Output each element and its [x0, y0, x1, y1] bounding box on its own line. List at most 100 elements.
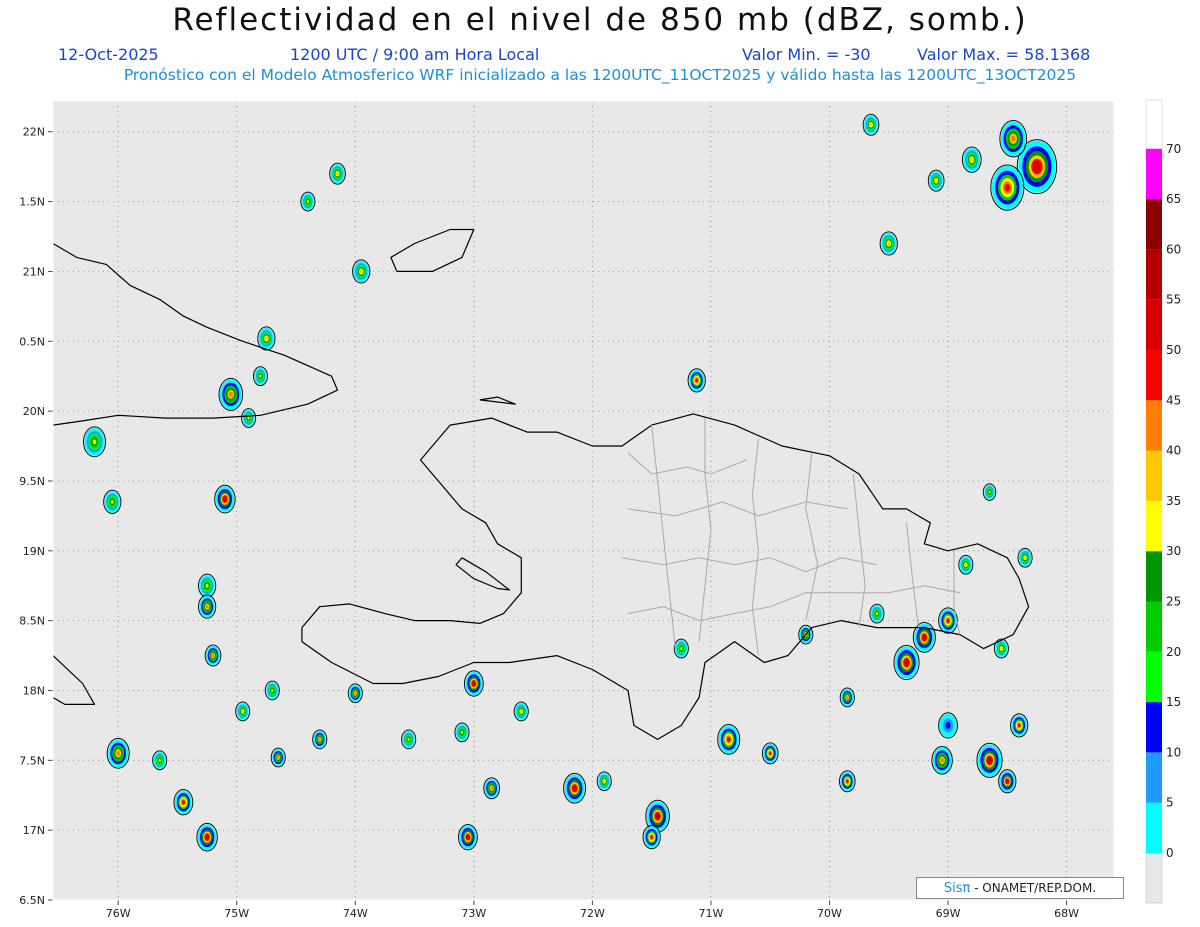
colorbar-label: 0 — [1166, 846, 1174, 860]
cell-band — [1005, 779, 1009, 784]
cell-band — [1011, 135, 1016, 142]
credit-box: Sisπ - ONAMET/REP.DOM. — [916, 877, 1124, 899]
colorbar-swatch — [1146, 601, 1162, 652]
colorbar-swatch — [1146, 199, 1162, 250]
cell-band — [680, 647, 683, 651]
cell-band — [572, 785, 577, 791]
cell-band — [211, 653, 215, 658]
cell-band — [223, 496, 227, 502]
colorbar-swatch — [1146, 148, 1162, 200]
tick-label-lat: 21N — [23, 265, 45, 278]
cell-band — [241, 709, 244, 713]
cell-band — [934, 178, 938, 183]
cell-band — [869, 123, 873, 127]
cell-band — [904, 659, 909, 666]
tick-label-lon: 70W — [817, 907, 842, 920]
colorbar-label: 40 — [1166, 444, 1181, 458]
cell-band — [277, 756, 280, 760]
cell-band — [181, 800, 185, 805]
credit-text: - ONAMET/REP.DOM. — [974, 881, 1097, 895]
cell-band — [336, 171, 339, 176]
cell-band — [987, 757, 992, 764]
cell-band — [603, 779, 606, 783]
cell-band — [116, 750, 121, 756]
cell-band — [946, 723, 950, 728]
cell-band — [265, 336, 268, 341]
colorbar-swatch — [1146, 350, 1162, 401]
colorbar-swatch — [1146, 299, 1162, 350]
tick-label-lon: 69W — [936, 907, 961, 920]
colorbar-label: 35 — [1166, 494, 1181, 508]
tick-label-lon: 68W — [1054, 907, 1079, 920]
cell-band — [1004, 183, 1011, 192]
cell-band — [472, 681, 476, 686]
cell-band — [1024, 556, 1027, 560]
colorbar-label: 50 — [1166, 343, 1181, 357]
reflectivity-map: 76W 75W 74W 73W 72W 71W 70W 69W 68W 22N 1.5N 21N 0.5… — [19, 99, 1181, 920]
cell-band — [726, 736, 731, 742]
cell-band — [922, 634, 927, 640]
colorbar-label: 55 — [1166, 293, 1181, 307]
cell-band — [407, 737, 410, 741]
tick-label-lat: 1.5N — [19, 196, 45, 209]
colorbar-swatch — [1146, 802, 1162, 853]
cell-band — [520, 709, 523, 713]
cell-band — [205, 604, 209, 609]
tick-label-lon: 72W — [580, 907, 605, 920]
colorbar-label: 30 — [1166, 544, 1181, 558]
tick-label-lat: 18N — [23, 684, 45, 697]
tick-label-lon: 76W — [106, 907, 131, 920]
cell-band — [946, 618, 950, 623]
tick-label-lat: 7.5N — [19, 754, 45, 767]
cell-band — [988, 490, 991, 494]
colorbar-label: 70 — [1166, 142, 1181, 156]
tick-label-lon: 71W — [699, 907, 724, 920]
cell-band — [768, 751, 772, 756]
tick-label-lat: 20N — [23, 405, 45, 418]
cell-band — [271, 688, 274, 692]
tick-label-lon: 73W — [461, 907, 486, 920]
cell-band — [650, 835, 654, 840]
sis-brand: Sisπ — [943, 881, 971, 896]
tick-label-lat: 9.5N — [19, 475, 45, 488]
cell-band — [1000, 647, 1003, 651]
cell-band — [354, 691, 357, 695]
tick-label-lon: 75W — [224, 907, 249, 920]
cell-band — [247, 416, 250, 420]
colorbar: 0 5 10 15 20 25 30 35 40 45 50 55 60 65 70 — [1145, 99, 1181, 904]
tick-label-lat: 17N — [23, 824, 45, 837]
cell-band — [695, 378, 699, 383]
cell-band — [940, 758, 944, 763]
cell-band — [92, 439, 97, 445]
colorbar-label: 65 — [1166, 192, 1181, 206]
cell-band — [887, 241, 891, 246]
cell-band — [158, 758, 161, 762]
cell-band — [1017, 723, 1021, 728]
cell-band — [318, 737, 321, 741]
cell-band — [655, 813, 660, 819]
colorbar-swatch — [1146, 651, 1162, 703]
tick-label-lat: 8.5N — [19, 615, 45, 628]
tick-label-lat: 0.5N — [19, 335, 45, 348]
cell-band — [846, 779, 849, 783]
cell-band — [306, 200, 309, 204]
tick-label-lat: 6.5N — [19, 894, 45, 907]
cell-band — [228, 391, 233, 398]
colorbar-label: 5 — [1166, 796, 1174, 810]
cell-band — [1033, 161, 1041, 172]
colorbar-below-box — [1145, 852, 1163, 904]
colorbar-label: 15 — [1166, 695, 1181, 709]
cell-band — [205, 834, 209, 840]
tick-label-lat: 22N — [23, 126, 45, 139]
cell-band — [205, 583, 209, 588]
colorbar-swatch — [1146, 500, 1162, 552]
cell-band — [259, 374, 262, 378]
tick-label-lon: 74W — [343, 907, 368, 920]
cell-band — [460, 730, 464, 734]
colorbar-label: 25 — [1166, 595, 1181, 609]
colorbar-label: 20 — [1166, 645, 1181, 659]
colorbar-label: 45 — [1166, 393, 1181, 407]
colorbar-swatch — [1146, 249, 1162, 300]
colorbar-swatch — [1146, 702, 1162, 753]
cell-band — [970, 157, 974, 162]
